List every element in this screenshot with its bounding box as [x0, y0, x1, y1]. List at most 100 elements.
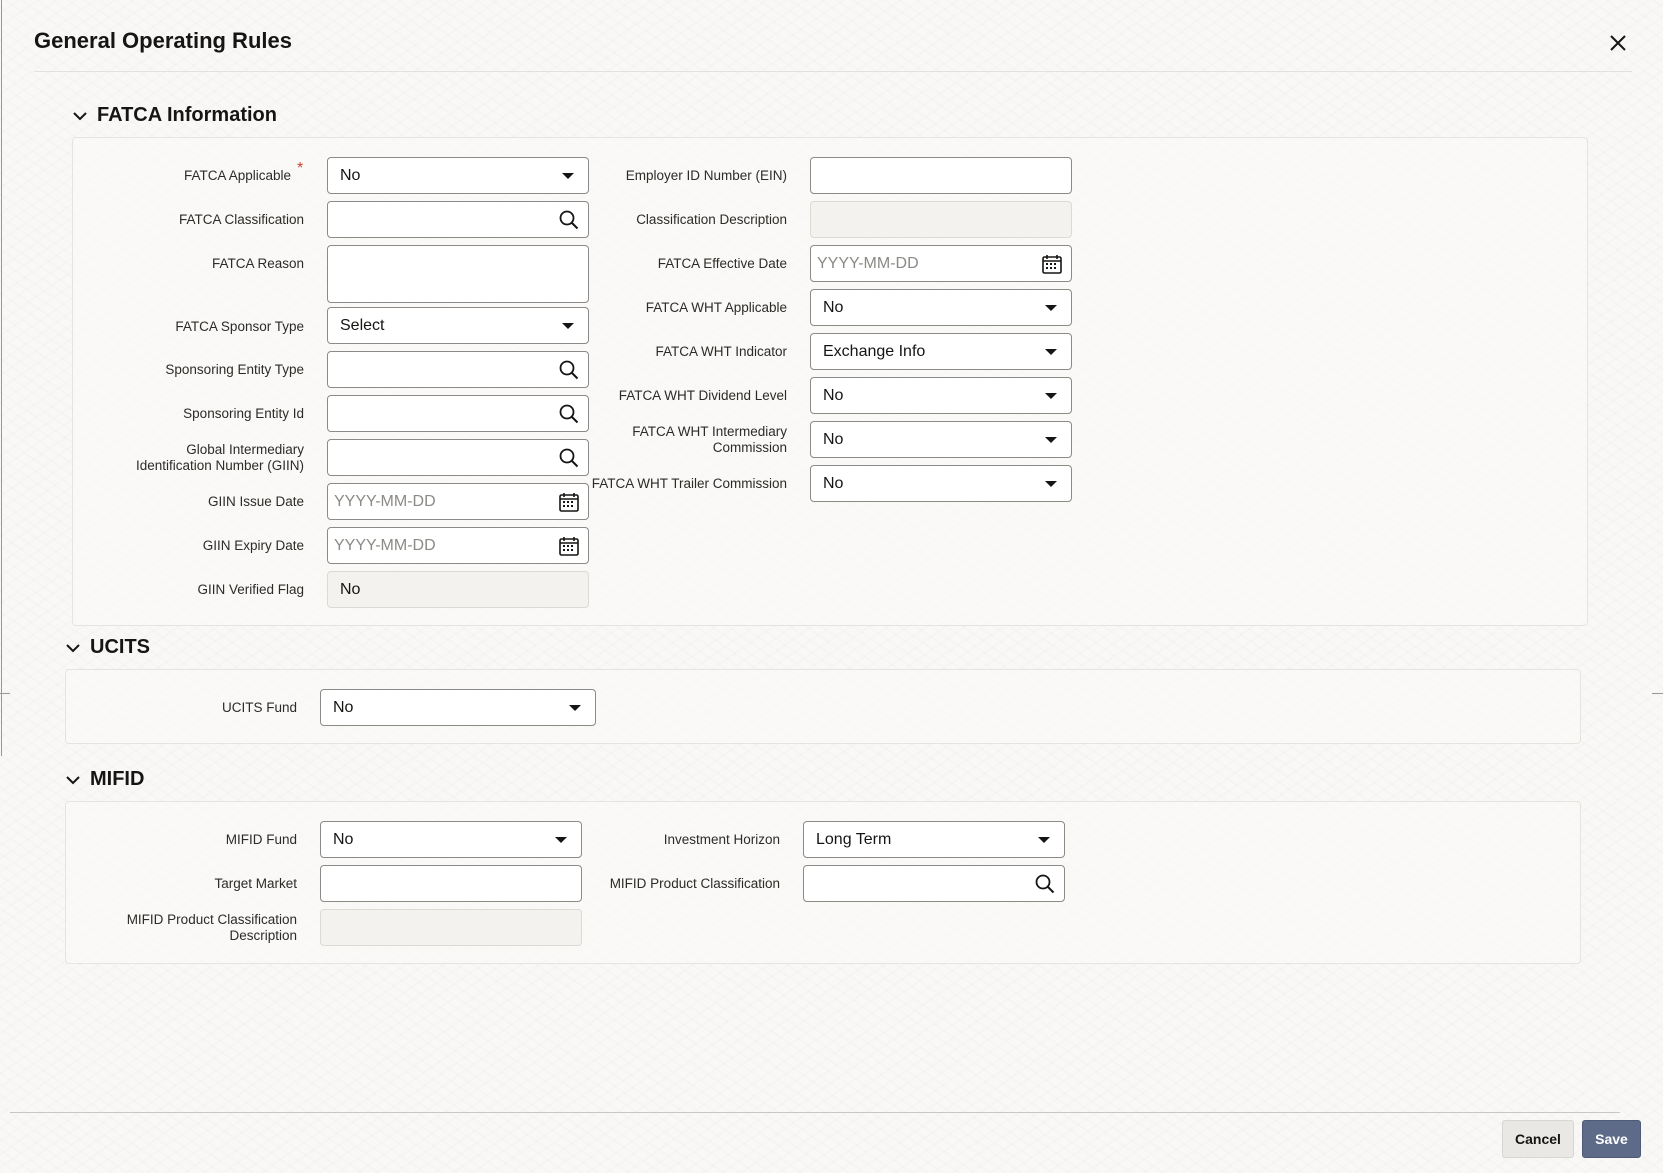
section-title-fatca: FATCA Information [97, 104, 277, 126]
label-fatca-sponsor-type: FATCA Sponsor Type [175, 319, 304, 334]
label-classification-description: Classification Description [636, 212, 787, 227]
label-fatca-reason: FATCA Reason [211, 256, 304, 271]
fatca-sponsor-type-select[interactable]: Select [327, 307, 589, 344]
product-class-desc-field [320, 909, 582, 946]
product-classification-input[interactable] [803, 865, 1065, 902]
section-header-ucits[interactable]: UCITS [64, 636, 150, 659]
label-wht-intermediary-line1: FATCA WHT Intermediary [632, 424, 787, 439]
dropdown-caret-icon [1045, 436, 1057, 443]
section-title-mifid: MIFID [90, 768, 145, 790]
chevron-down-icon [66, 775, 80, 784]
search-icon[interactable] [558, 403, 580, 425]
fatca-effective-date-input[interactable]: YYYY-MM-DD [810, 245, 1072, 282]
sponsoring-entity-id-input[interactable] [327, 395, 589, 432]
wht-indicator-value: Exchange Info [823, 342, 926, 360]
save-button[interactable]: Save [1582, 1120, 1641, 1158]
wht-trailer-commission-select[interactable]: No [810, 465, 1072, 502]
giin-expiry-date-placeholder: YYYY-MM-DD [334, 536, 436, 554]
target-market-input[interactable] [320, 865, 582, 902]
wht-trailer-commission-value: No [823, 474, 844, 492]
dropdown-caret-icon [569, 704, 581, 711]
label-wht-applicable: FATCA WHT Applicable [645, 300, 787, 315]
wht-intermediary-commission-select[interactable]: No [810, 421, 1072, 458]
fatca-effective-date-placeholder: YYYY-MM-DD [817, 254, 919, 272]
close-icon[interactable] [1603, 28, 1633, 58]
label-fatca-effective-date: FATCA Effective Date [657, 256, 787, 271]
chevron-down-icon [66, 643, 80, 652]
giin-issue-date-input[interactable]: YYYY-MM-DD [327, 483, 589, 520]
investment-horizon-select[interactable]: Long Term [803, 821, 1065, 858]
wht-dividend-level-select[interactable]: No [810, 377, 1072, 414]
dropdown-caret-icon [1045, 348, 1057, 355]
window-edge [1652, 693, 1663, 694]
dropdown-caret-icon [1045, 392, 1057, 399]
footer-divider [10, 1112, 1620, 1113]
classification-description-field [810, 201, 1072, 238]
giin-input[interactable] [327, 439, 589, 476]
label-wht-dividend-level: FATCA WHT Dividend Level [618, 388, 787, 403]
label-fatca-classification: FATCA Classification [178, 212, 304, 227]
employer-id-input[interactable] [810, 157, 1072, 194]
window-edge [0, 693, 10, 694]
wht-intermediary-commission-value: No [823, 430, 844, 448]
label-wht-indicator: FATCA WHT Indicator [655, 344, 787, 359]
fatca-reason-textarea[interactable] [327, 245, 589, 303]
giin-verified-flag-field: No [327, 571, 589, 608]
mifid-fund-value: No [333, 830, 354, 848]
label-target-market: Target Market [214, 876, 297, 891]
window-edge [1, 0, 2, 756]
section-header-mifid[interactable]: MIFID [64, 768, 144, 791]
wht-applicable-value: No [823, 298, 844, 316]
label-investment-horizon: Investment Horizon [663, 832, 780, 847]
label-giin-line1: Global Intermediary [186, 442, 304, 457]
dropdown-caret-icon [1038, 836, 1050, 843]
label-giin: Global Intermediary Identification Numbe… [136, 442, 304, 474]
search-icon[interactable] [1034, 873, 1056, 895]
sponsoring-entity-type-input[interactable] [327, 351, 589, 388]
cancel-button[interactable]: Cancel [1502, 1120, 1574, 1158]
dropdown-caret-icon [1045, 304, 1057, 311]
mifid-fund-select[interactable]: No [320, 821, 582, 858]
label-giin-issue-date: GIIN Issue Date [207, 494, 304, 509]
investment-horizon-value: Long Term [816, 830, 892, 848]
label-mifid-fund: MIFID Fund [225, 832, 297, 847]
required-marker: * [297, 160, 304, 177]
calendar-icon[interactable] [558, 491, 580, 513]
label-sponsoring-entity-id: Sponsoring Entity Id [183, 406, 304, 421]
wht-dividend-level-value: No [823, 386, 844, 404]
calendar-icon[interactable] [558, 535, 580, 557]
fatca-sponsor-type-value: Select [340, 316, 385, 334]
label-wht-intermediary-line2: Commission [712, 440, 787, 455]
dialog-title: General Operating Rules [34, 28, 292, 53]
section-title-ucits: UCITS [90, 636, 150, 658]
giin-expiry-date-input[interactable]: YYYY-MM-DD [327, 527, 589, 564]
ucits-fund-value: No [333, 698, 354, 716]
wht-applicable-select[interactable]: No [810, 289, 1072, 326]
label-wht-trailer-commission: FATCA WHT Trailer Commission [591, 476, 787, 491]
fatca-classification-input[interactable] [327, 201, 589, 238]
dropdown-caret-icon [562, 322, 574, 329]
search-icon[interactable] [558, 209, 580, 231]
label-giin-line2: Identification Number (GIIN) [135, 458, 304, 473]
ucits-fund-select[interactable]: No [320, 689, 596, 726]
label-employer-id: Employer ID Number (EIN) [625, 168, 787, 183]
label-sponsoring-entity-type: Sponsoring Entity Type [165, 362, 304, 377]
giin-verified-flag-value: No [340, 580, 361, 598]
dropdown-caret-icon [1045, 480, 1057, 487]
search-icon[interactable] [558, 447, 580, 469]
section-header-fatca[interactable]: FATCA Information [71, 104, 277, 127]
label-giin-verified-flag: GIIN Verified Flag [197, 582, 304, 597]
label-wht-intermediary-commission: FATCA WHT Intermediary Commission [632, 424, 787, 456]
calendar-icon[interactable] [1041, 253, 1063, 275]
wht-indicator-select[interactable]: Exchange Info [810, 333, 1072, 370]
chevron-down-icon [73, 111, 87, 120]
label-product-class-desc: MIFID Product Classification Description [127, 912, 297, 944]
label-ucits-fund: UCITS Fund [221, 700, 297, 715]
search-icon[interactable] [558, 359, 580, 381]
label-product-class-desc-line1: MIFID Product Classification [126, 912, 297, 927]
label-giin-expiry-date: GIIN Expiry Date [202, 538, 304, 553]
label-product-class-desc-line2: Description [229, 928, 297, 943]
fatca-applicable-select[interactable]: No [327, 157, 589, 194]
dropdown-caret-icon [562, 172, 574, 179]
giin-issue-date-placeholder: YYYY-MM-DD [334, 492, 436, 510]
